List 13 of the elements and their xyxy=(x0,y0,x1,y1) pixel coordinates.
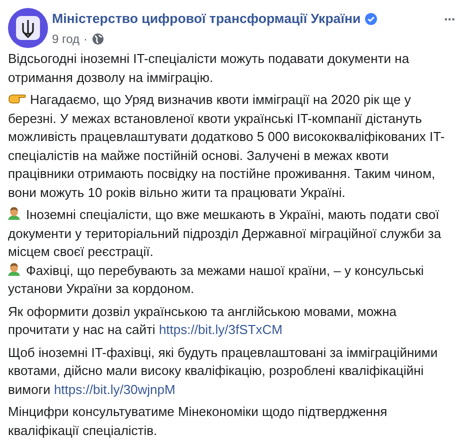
link[interactable]: https://bit.ly/30wjnpM xyxy=(54,382,176,396)
post-text: Як оформити дозвіл українською та англійською мовами, можна прочитати у нас на сайті https://bit.ly/3fSTxCM xyxy=(8,302,398,339)
post-text: Щоб іноземні IT-фахівці, які будуть працевлаштовані за імміграційними квотами, дійсно мали високу кваліфікацію, розроблені кваліфікаційні вимоги https://bit.ly/30wjnpM xyxy=(8,344,439,399)
link[interactable]: https://bit.ly/3fSTxCM xyxy=(158,322,282,337)
post-text: Фахівці, що перебувають за межами нашої країни, – у консульські установи України за кордоном. xyxy=(8,262,425,298)
post-text: Нагадаємо, що Уряд визначив квоти імміграції на 2020 рік ще у березні. У межах встановленої квоти українські IT-компанії дістануть можливість працевлаштувати додатково 5 000 висококваліфікованих IT-спеціалістів на майже постійній основі. Залучені в межах квоти працівники отримають посвідку на постійне проживання. Таким чином, вони можуть 10 років вільно жити та працювати Україні. xyxy=(8,91,446,202)
more-options[interactable]: ··· xyxy=(444,12,455,26)
post-text: Мінцифри консультуватиме Мінекономіки щодо підтвердження кваліфікації спеціалістів. xyxy=(8,403,388,440)
post-text: Відсьогодні іноземні IT-спеціалісти можуть подавати документи на отримання дозволу на імміграцію. xyxy=(8,50,410,87)
separator: · xyxy=(84,31,88,48)
post-text: Іноземні спеціалісти, що вже мешкають в Україні, мають подати свої документи у територіальний підрозділ Державної міграційної служби за місцем своєї реєстрації. xyxy=(8,206,442,261)
post-time[interactable]: 9 год xyxy=(52,30,80,48)
author-name[interactable]: Міністерство цифрової трансформації України xyxy=(52,10,361,28)
